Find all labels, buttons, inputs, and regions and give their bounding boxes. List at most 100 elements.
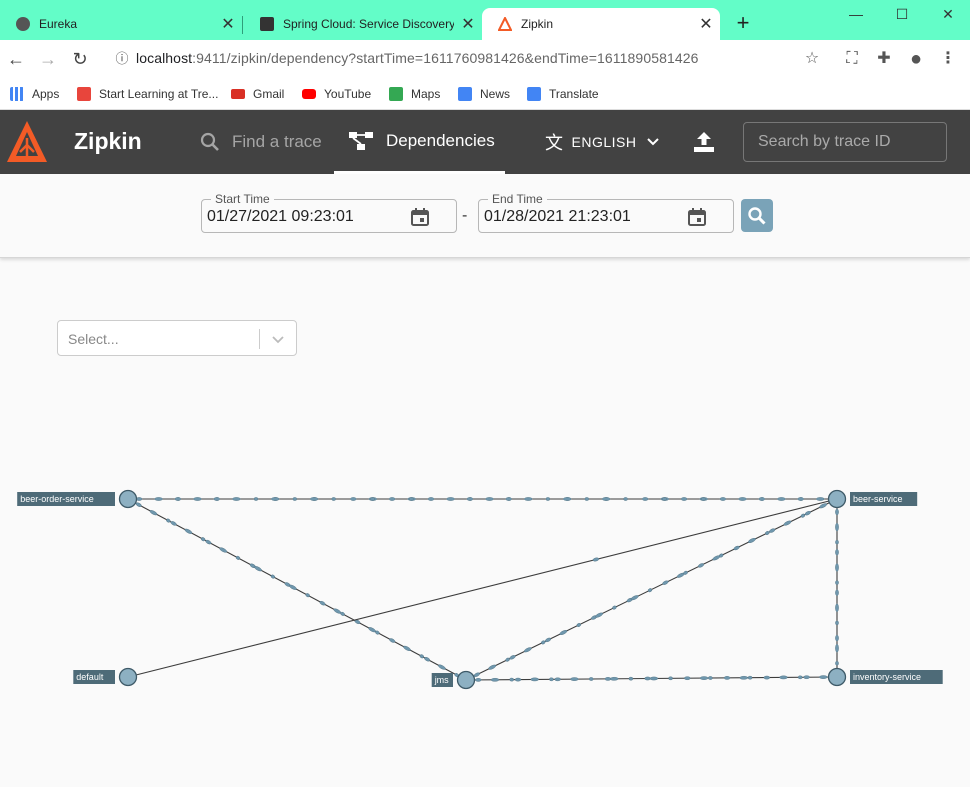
traffic-particle xyxy=(684,676,691,681)
end-time-field[interactable]: End Time 01/28/2021 21:23:01 xyxy=(478,192,734,233)
dependency-edge-default-to-beer-service[interactable] xyxy=(127,498,838,678)
bookmark-news[interactable]: News xyxy=(458,84,510,104)
start-time-value: 01/27/2021 09:23:01 xyxy=(207,208,354,225)
account-icon[interactable]: ● xyxy=(904,47,928,71)
calendar-icon[interactable] xyxy=(687,207,707,227)
traffic-particle xyxy=(174,497,182,501)
traffic-particle xyxy=(800,513,806,518)
service-node-inventory-service[interactable]: inventory-service xyxy=(827,667,943,687)
traffic-particle xyxy=(253,497,259,501)
tab-eureka[interactable]: Eureka ✕ xyxy=(0,8,242,40)
traffic-particle xyxy=(708,676,713,680)
service-node-beer-order-service[interactable]: beer-order-service xyxy=(17,489,138,509)
bookmark-start-learning[interactable]: Start Learning at Tre... xyxy=(77,84,218,104)
dependency-edge-beer-order-service-to-beer-service[interactable] xyxy=(128,497,837,501)
address-bar[interactable]: localhost:9411/zipkin/dependency?startTi… xyxy=(136,50,699,66)
maximize-button[interactable]: ☐ xyxy=(882,2,922,26)
bookmark-apps[interactable]: Apps xyxy=(10,84,59,104)
node-circle[interactable] xyxy=(827,489,847,509)
start-time-field[interactable]: Start Time 01/27/2021 09:23:01 xyxy=(201,192,457,233)
traffic-particle xyxy=(438,664,446,670)
service-node-default[interactable]: default xyxy=(73,667,138,687)
traffic-particle xyxy=(490,677,500,682)
nav-find-trace[interactable]: Find a trace xyxy=(200,110,322,174)
dependency-edge-beer-order-service-to-jms[interactable] xyxy=(127,498,467,681)
bookmark-label: Start Learning at Tre... xyxy=(99,87,219,101)
bookmarks-bar: Apps Start Learning at Tre... Gmail YouT… xyxy=(0,78,970,110)
window-close-button[interactable]: ✕ xyxy=(928,2,968,26)
traffic-particle xyxy=(427,497,435,501)
zipkin-logo[interactable] xyxy=(4,118,50,166)
traffic-particle xyxy=(505,657,510,662)
apps-grid-icon xyxy=(10,87,24,101)
traffic-particle xyxy=(701,497,706,501)
traffic-particle xyxy=(630,595,639,601)
traffic-particle xyxy=(205,539,212,545)
nav-dependencies[interactable]: Dependencies xyxy=(334,110,505,174)
bookmark-translate[interactable]: Translate xyxy=(527,84,599,104)
traffic-particle xyxy=(739,675,748,680)
back-arrow-icon[interactable]: ← xyxy=(4,47,28,71)
tab-title: Eureka xyxy=(39,17,78,31)
bookmark-gmail[interactable]: Gmail xyxy=(231,84,284,104)
trace-id-search-input[interactable] xyxy=(743,122,947,162)
traffic-particle xyxy=(589,677,594,681)
node-circle[interactable] xyxy=(118,489,138,509)
app-brand[interactable]: Zipkin xyxy=(74,128,142,155)
upload-icon[interactable] xyxy=(692,130,716,154)
traffic-particle xyxy=(309,497,319,501)
close-icon[interactable]: ✕ xyxy=(454,14,482,34)
traffic-particle xyxy=(350,497,357,501)
traffic-particle xyxy=(747,675,753,680)
search-dependencies-button[interactable] xyxy=(741,199,773,232)
traffic-particle xyxy=(835,522,839,532)
reload-icon[interactable]: ↻ xyxy=(68,47,92,71)
dependency-edge-jms-to-inventory-service[interactable] xyxy=(465,675,838,682)
dependency-graph-canvas: beer-order-service beer-service default jms… xyxy=(17,489,943,690)
traffic-particle xyxy=(733,545,740,551)
node-circle[interactable] xyxy=(456,670,476,690)
forward-arrow-icon[interactable]: → xyxy=(36,47,60,71)
extensions-icon[interactable]: ✚ xyxy=(872,47,896,71)
bookmark-maps[interactable]: Maps xyxy=(389,84,440,104)
node-circle[interactable] xyxy=(827,667,847,687)
info-icon[interactable]: ⓘ xyxy=(110,47,134,71)
traffic-particle xyxy=(232,497,241,501)
search-icon xyxy=(748,206,766,225)
menu-icon[interactable]: ⋮ xyxy=(936,47,960,71)
traffic-particle xyxy=(473,672,480,677)
traffic-particle xyxy=(819,675,828,679)
traffic-particle xyxy=(235,556,241,560)
traffic-particle xyxy=(576,623,581,627)
language-selector[interactable]: 文 ENGLISH xyxy=(545,110,660,174)
close-icon[interactable]: ✕ xyxy=(214,14,242,34)
minimize-button[interactable]: — xyxy=(836,2,876,26)
node-circle[interactable] xyxy=(118,667,138,687)
traffic-particle xyxy=(612,605,617,610)
screen-capture-icon[interactable]: ⛶ xyxy=(840,47,864,71)
bookmark-youtube[interactable]: YouTube xyxy=(302,84,371,104)
sa-icon xyxy=(260,17,274,31)
gmail-icon xyxy=(231,89,245,99)
service-node-beer-service[interactable]: beer-service xyxy=(827,489,918,509)
traffic-particle xyxy=(783,520,792,526)
traffic-particle xyxy=(254,566,262,572)
traffic-particle xyxy=(662,497,667,501)
tab-spring-cloud[interactable]: Spring Cloud: Service Discovery w ✕ xyxy=(244,8,482,40)
nav-label: Dependencies xyxy=(386,130,495,150)
traffic-particle xyxy=(592,557,600,562)
traffic-particle xyxy=(835,620,839,626)
tab-zipkin[interactable]: Zipkin ✕ xyxy=(482,8,720,40)
traffic-particle xyxy=(803,675,810,680)
dependency-edge-beer-service-to-inventory-service[interactable] xyxy=(835,499,839,677)
traffic-particle xyxy=(166,518,171,523)
service-node-jms[interactable]: jms xyxy=(431,670,476,690)
new-tab-button[interactable]: + xyxy=(730,10,756,36)
time-range-bar: Start Time 01/27/2021 09:23:01 - End Tim… xyxy=(0,174,970,258)
close-icon[interactable]: ✕ xyxy=(692,14,720,34)
traffic-particle xyxy=(769,528,776,533)
calendar-icon[interactable] xyxy=(410,207,430,227)
dependency-edge-jms-to-beer-service[interactable] xyxy=(465,498,838,681)
star-icon[interactable]: ☆ xyxy=(800,47,824,71)
traffic-particle xyxy=(804,511,811,516)
